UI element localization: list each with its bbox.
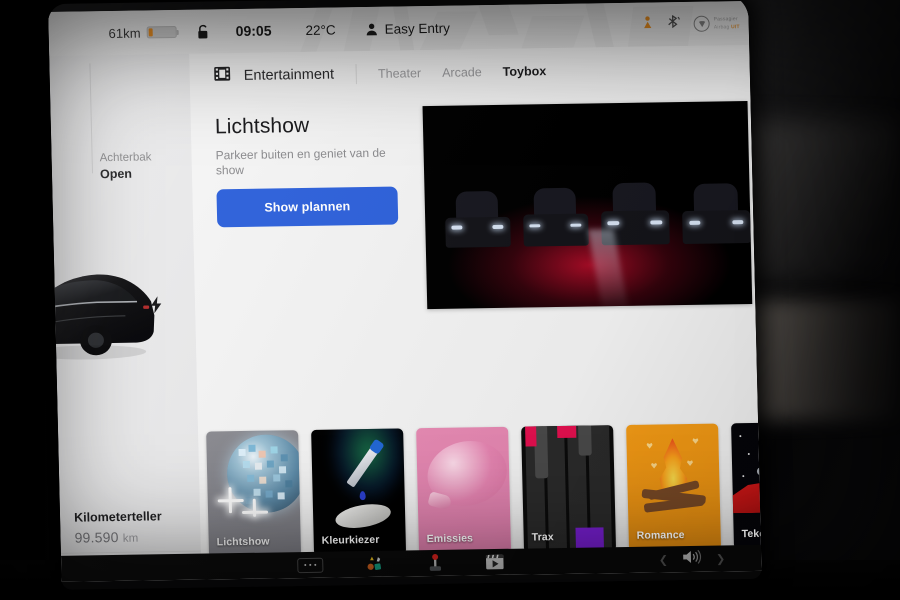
account-line-2: Airbag UIT [713,23,740,31]
tab-list: Theater Arcade Toybox [378,64,547,81]
toybox-shapes-icon [367,556,382,570]
speaker-volume-icon[interactable] [682,548,702,569]
joystick-icon [429,553,442,571]
tile-label: Kleurkiezer [321,533,380,547]
battery-icon [146,25,177,39]
preview-car-2 [522,187,589,247]
lightshow-preview-video[interactable] [422,101,753,310]
tab-divider [355,64,358,85]
chevron-right-icon[interactable]: ❯ [716,552,726,565]
driver-profile-name: Easy Entry [384,20,451,37]
preview-car-4 [681,183,751,245]
status-bar-right-icons: Passagier Airbag UIT [641,1,740,47]
account-chip[interactable]: Passagier Airbag UIT [693,15,740,32]
touchscreen-bezel: 61km 09:05 22°C Easy Entry Passagier Air… [48,0,762,590]
trunk-state: Open [99,166,133,182]
app-title-group[interactable]: Entertainment [190,65,335,87]
trunk-label: Achterbak [99,151,152,165]
theater-button[interactable] [485,554,504,570]
page-title: Lichtshow [214,113,310,139]
seat-heater-icon[interactable] [642,15,654,33]
preview-car-1 [444,191,511,248]
clock: 09:05 [235,22,272,40]
odometer-label: Kilometerteller [73,509,162,525]
bluetooth-icon[interactable] [667,14,681,33]
temperature[interactable]: 22°C [305,22,336,37]
tile-label: Romance [636,529,685,542]
tab-toybox[interactable]: Toybox [503,64,547,79]
tesla-touchscreen-photo: 61km 09:05 22°C Easy Entry Passagier Air… [0,0,900,600]
toybox-button[interactable] [365,556,385,572]
roadster-art [731,472,761,514]
tab-theater[interactable]: Theater [378,66,421,81]
ellipsis-icon [297,557,324,573]
app-tab-bar: Entertainment Theater Arcade Toybox [189,45,750,100]
vehicle-sidebar: Achterbak Open Kilometerteller 99.590 km [48,53,202,582]
account-line-1: Passagier [713,16,738,23]
tab-arcade[interactable]: Arcade [442,65,482,80]
main-panel: Entertainment Theater Arcade Toybox Lich… [61,44,762,582]
toybox-app-grid: Lichtshow Kleurkiezer Emissies Trax Roma… [198,407,762,558]
arcade-button[interactable] [427,553,443,572]
paint-drip [359,491,366,501]
driver-profile[interactable]: Easy Entry [365,20,450,36]
range-value: 61km [108,25,141,41]
lightning-bolt-icon [150,296,164,318]
person-icon [366,23,377,35]
lock-icon[interactable] [197,24,210,39]
odometer[interactable]: Kilometerteller 99.590 km [74,509,162,545]
chevron-left-icon[interactable]: ❮ [659,553,669,566]
film-clapper-icon [485,554,504,570]
car-render[interactable] [48,239,199,376]
tile-label: Tekenblok [741,527,762,541]
hero-text: Lichtshow Parkeer buiten en geniet van d… [215,112,401,178]
app-name: Entertainment [243,66,335,84]
entertainment-film-icon [214,66,231,86]
schedule-show-button[interactable]: Show plannen [216,186,399,228]
dashboard-reflection-upper [730,120,900,280]
page-subtitle: Parkeer buiten en geniet van de show [215,145,386,178]
tile-label: Lichtshow [216,535,270,549]
tesla-logo-icon [693,15,710,32]
piano-keys-art [521,425,613,553]
paint-puddle [333,500,393,532]
sidebar-divider [89,63,94,174]
tile-romance[interactable]: Romance [626,423,722,551]
touchscreen-display: 61km 09:05 22°C Easy Entry Passagier Air… [48,1,762,582]
tile-tekenblok[interactable]: Tekenblok [731,422,762,550]
trunk-status[interactable]: Achterbak Open [99,150,152,182]
odometer-unit: km [122,532,139,545]
tile-kleurkiezer[interactable]: Kleurkiezer [311,428,407,556]
range-indicator[interactable]: 61km [48,9,190,56]
more-menu-button[interactable] [297,557,324,573]
tile-label: Trax [531,531,554,544]
tile-lichtshow[interactable]: Lichtshow [206,430,302,558]
hero-section: Lichtshow Parkeer buiten en geniet van d… [190,97,755,336]
tile-label: Emissies [426,532,474,546]
tile-emissies[interactable]: Emissies [416,426,512,555]
tile-trax[interactable]: Trax [521,425,617,553]
odometer-value: 99.590 km [74,528,139,546]
